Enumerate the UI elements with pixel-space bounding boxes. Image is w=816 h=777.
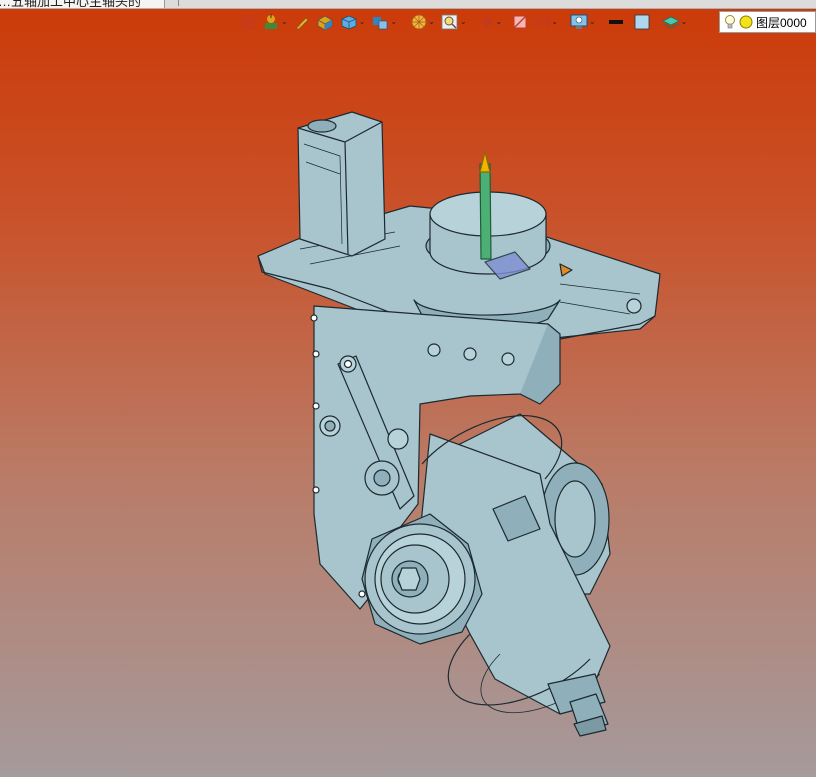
chevron-down-icon[interactable]: ⌄	[681, 18, 688, 26]
origin-axes-icon	[480, 16, 493, 28]
layer-name: 图层0000	[756, 15, 807, 30]
shaded-with-edges-button[interactable]	[314, 11, 336, 33]
dimension-icon	[535, 16, 549, 28]
chevron-down-icon[interactable]: ⌄	[428, 18, 435, 26]
layer-stack-button[interactable]: ⌄	[660, 11, 690, 33]
3d-graphics-viewport[interactable]	[0, 34, 816, 777]
pencil-edit-icon	[296, 17, 309, 30]
face-color-icon	[634, 14, 650, 30]
z-axis-triad	[479, 163, 492, 260]
display-monitor-button[interactable]: ⌄	[568, 11, 598, 33]
chevron-down-icon[interactable]: ⌄	[551, 18, 558, 26]
move-part-icon	[265, 14, 277, 29]
document-tab-strip: …五轴加工中心主轴头的	[0, 0, 816, 9]
exit-sketch-button[interactable]	[238, 11, 258, 33]
render-sphere-icon	[411, 14, 427, 30]
exit-sketch-icon	[241, 15, 254, 29]
chevron-down-icon[interactable]: ⌄	[281, 18, 288, 26]
layer-color-dot-icon	[739, 15, 753, 29]
section-view-icon	[513, 15, 527, 29]
section-view-button[interactable]	[510, 11, 530, 33]
line-color-icon	[608, 20, 623, 24]
move-part-button[interactable]: ⌄	[260, 11, 290, 33]
chevron-down-icon[interactable]: ⌄	[359, 18, 366, 26]
face-color-button[interactable]	[632, 11, 652, 33]
layer-stack-icon	[661, 16, 680, 29]
line-color-button[interactable]	[606, 11, 626, 33]
heads-up-view-toolbar: ⌄ ⌄ ⌄ ⌄ ⌄ ⌄ ⌄ ⌄ ⌄	[238, 11, 689, 33]
shaded-with-edges-icon	[317, 15, 333, 30]
document-tab-title: …五轴加工中心主轴头的	[0, 0, 142, 8]
layer-selector[interactable]: 图层0000	[719, 11, 816, 33]
chevron-down-icon[interactable]: ⌄	[496, 18, 503, 26]
chevron-down-icon[interactable]: ⌄	[390, 18, 397, 26]
zoom-fit-icon	[441, 14, 458, 30]
dimension-button[interactable]: ⌄	[532, 11, 560, 33]
document-tab[interactable]: …五轴加工中心主轴头的	[0, 0, 165, 8]
tab-separator	[178, 0, 179, 6]
chevron-down-icon[interactable]: ⌄	[460, 18, 467, 26]
lightbulb-icon	[725, 15, 735, 29]
display-monitor-icon	[570, 14, 588, 29]
chevron-down-icon[interactable]: ⌄	[589, 18, 596, 26]
origin-axes-button[interactable]: ⌄	[477, 11, 505, 33]
spindle-head-assembly-model	[257, 111, 661, 737]
box-display-icon	[341, 15, 357, 30]
view-orientation-button[interactable]: ⌄	[369, 11, 399, 33]
render-sphere-button[interactable]: ⌄	[409, 11, 437, 33]
pencil-edit-button[interactable]	[292, 11, 312, 33]
box-display-button[interactable]: ⌄	[338, 11, 368, 33]
zoom-fit-button[interactable]: ⌄	[439, 11, 469, 33]
view-orientation-icon	[373, 17, 388, 30]
